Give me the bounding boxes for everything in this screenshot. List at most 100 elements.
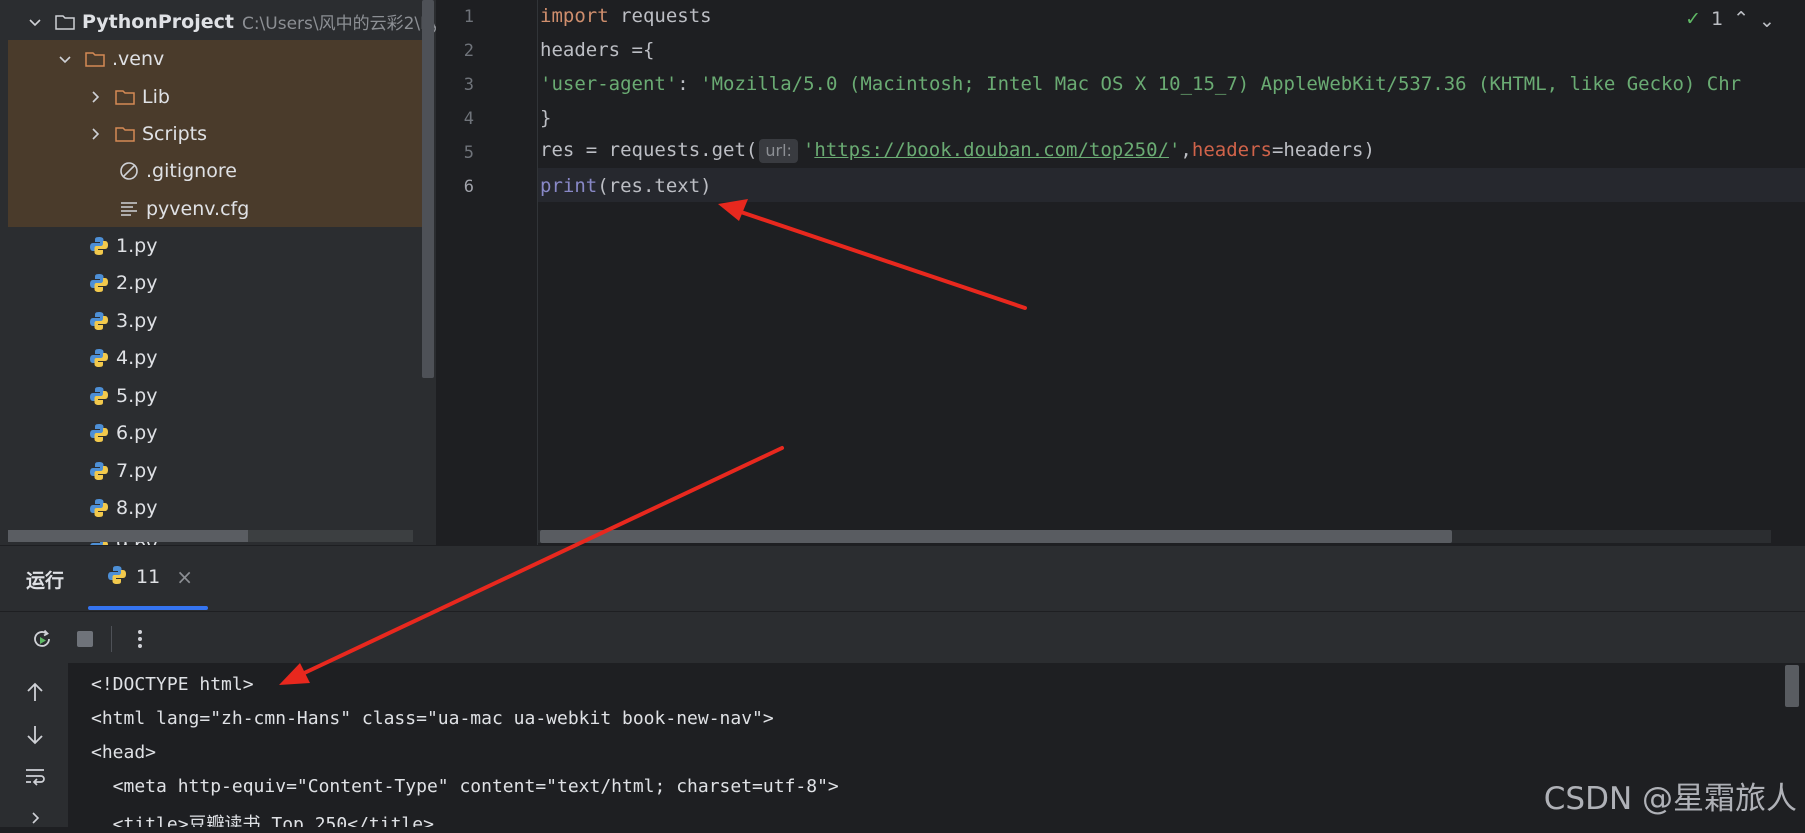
tree-item-pyvenv-cfg[interactable]: pyvenv.cfg	[0, 190, 436, 227]
chevron-down-icon[interactable]	[28, 15, 42, 29]
line-number: 4	[463, 109, 474, 129]
tree-item-label: 3.py	[116, 309, 158, 332]
tree-horizontal-scrollbar[interactable]	[8, 530, 248, 542]
run-tool-window-header: 运行 11 ×	[0, 545, 1805, 612]
tree-item-lib[interactable]: Lib	[0, 78, 436, 115]
tree-item-python-file[interactable]: 7.py	[0, 452, 436, 489]
tree-root-project[interactable]: PythonProject C:\Users\风中的云彩2\Pyc	[0, 3, 436, 40]
ignore-file-icon	[118, 160, 140, 182]
code-token: =headers)	[1271, 139, 1375, 161]
string-token: '	[1168, 139, 1181, 161]
code-line-6[interactable]: print(res.text)	[540, 175, 712, 197]
string-token: 'Mozilla/5.0 (Macintosh; Intel Mac OS X …	[700, 73, 1742, 95]
tree-item-python-file[interactable]: 2.py	[0, 265, 436, 302]
chevron-down-icon[interactable]: ⌃	[1759, 8, 1775, 30]
python-file-icon	[106, 564, 128, 590]
rerun-icon[interactable]	[27, 624, 57, 654]
parameter-hint: url:	[759, 139, 798, 163]
folder-icon	[84, 48, 106, 70]
line-number: 1	[463, 7, 474, 27]
string-token: 'user-agent'	[540, 73, 678, 95]
run-side-toolbar	[0, 663, 68, 827]
check-icon: ✓	[1685, 8, 1702, 30]
code-line-3[interactable]: 'user-agent': 'Mozilla/5.0 (Macintosh; I…	[540, 73, 1741, 95]
tree-item-python-file[interactable]: 1.py	[0, 227, 436, 264]
inspection-widget[interactable]: ✓ 1 ⌃ ⌃	[1685, 8, 1775, 30]
code-token: ,	[1180, 139, 1192, 161]
tree-item-label: Lib	[142, 85, 170, 108]
python-file-icon	[88, 347, 110, 369]
code-editor[interactable]: import requests headers ={ 'user-agent':…	[538, 0, 1805, 545]
tree-item-label: 8.py	[116, 497, 158, 519]
project-name: PythonProject	[82, 10, 234, 33]
python-file-icon	[88, 310, 110, 332]
editor-gutter: 1 2 3 4 5 6	[436, 0, 536, 545]
console-line: <meta http-equiv="Content-Type" content=…	[91, 776, 839, 797]
project-path: C:\Users\风中的云彩2\Pyc	[241, 14, 436, 34]
line-number: 2	[463, 41, 474, 61]
console-line: <html lang="zh-cmn-Hans" class="ua-mac u…	[91, 708, 774, 729]
tree-vertical-scrollbar[interactable]	[422, 0, 434, 378]
tree-item-scripts[interactable]: Scripts	[0, 115, 436, 152]
url-link[interactable]: https://book.douban.com/top250/	[814, 139, 1169, 161]
active-tab-indicator	[88, 606, 208, 610]
folder-icon	[114, 123, 136, 145]
run-toolbar	[0, 611, 1805, 664]
tree-item-label: 2.py	[116, 272, 158, 294]
scroll-down-icon[interactable]	[20, 720, 50, 750]
tree-item-label: .gitignore	[146, 159, 237, 182]
keyword-token: import	[540, 5, 609, 27]
line-number: 5	[463, 143, 474, 163]
chevron-down-icon[interactable]	[58, 52, 72, 66]
python-file-icon	[88, 272, 110, 294]
run-tab[interactable]: 11 ×	[88, 546, 208, 608]
tree-item-label: 1.py	[116, 234, 158, 257]
code-line-1[interactable]: import requests	[540, 5, 712, 27]
folder-icon	[114, 86, 136, 108]
tree-item-gitignore[interactable]: .gitignore	[0, 152, 436, 189]
code-token: headers ={	[540, 39, 655, 61]
tree-item-label: 7.py	[116, 459, 158, 482]
console-line: <!DOCTYPE html>	[91, 674, 254, 695]
tree-item-label: Scripts	[142, 122, 208, 145]
chevron-right-icon[interactable]	[20, 803, 50, 833]
project-tool-window: PythonProject C:\Users\风中的云彩2\Pyc .venv …	[0, 0, 436, 545]
tree-item-python-file[interactable]: 4.py	[0, 340, 436, 377]
current-line-highlight	[538, 168, 1805, 202]
close-icon[interactable]: ×	[176, 565, 193, 589]
code-line-2[interactable]: headers ={	[540, 39, 654, 61]
chevron-up-icon[interactable]: ⌃	[1733, 8, 1749, 30]
tree-item-label: pyvenv.cfg	[146, 197, 250, 220]
python-file-icon	[88, 460, 110, 482]
chevron-right-icon[interactable]	[88, 127, 102, 141]
code-line-5[interactable]: res = requests.get(url:'https://book.dou…	[540, 139, 1375, 163]
tree-item-python-file[interactable]: 3.py	[0, 302, 436, 339]
folder-icon	[54, 11, 76, 33]
builtin-token: print	[540, 175, 598, 197]
python-file-icon	[88, 422, 110, 444]
run-tab-label: 11	[136, 566, 161, 588]
editor-horizontal-scrollbar[interactable]	[540, 530, 1452, 543]
watermark: CSDN @星霜旅人	[1543, 781, 1797, 817]
code-token: res = requests.get(	[540, 139, 758, 161]
text-file-icon	[118, 198, 140, 220]
string-token: '	[802, 139, 815, 161]
scroll-up-icon[interactable]	[20, 677, 50, 707]
tree-item-python-file[interactable]: 6.py	[0, 415, 436, 452]
tree-item-python-file[interactable]: 8.py	[0, 490, 436, 527]
code-line-4[interactable]: }	[540, 107, 551, 129]
tree-item-venv[interactable]: .venv	[0, 40, 436, 77]
keyword-arg-token: headers	[1191, 139, 1272, 161]
soft-wrap-icon[interactable]	[20, 762, 50, 792]
console-line: <head>	[91, 742, 157, 763]
chevron-right-icon[interactable]	[88, 90, 102, 104]
python-file-icon	[88, 235, 110, 257]
tree-item-label: .venv	[112, 47, 165, 70]
tree-item-label: 6.py	[116, 422, 158, 444]
stop-icon[interactable]	[70, 624, 100, 654]
tree-item-label: 5.py	[116, 384, 158, 407]
more-vertical-icon[interactable]	[125, 624, 155, 654]
tree-item-python-file[interactable]: 5.py	[0, 377, 436, 414]
console-vertical-scrollbar[interactable]	[1785, 665, 1799, 707]
python-file-icon	[88, 497, 110, 519]
